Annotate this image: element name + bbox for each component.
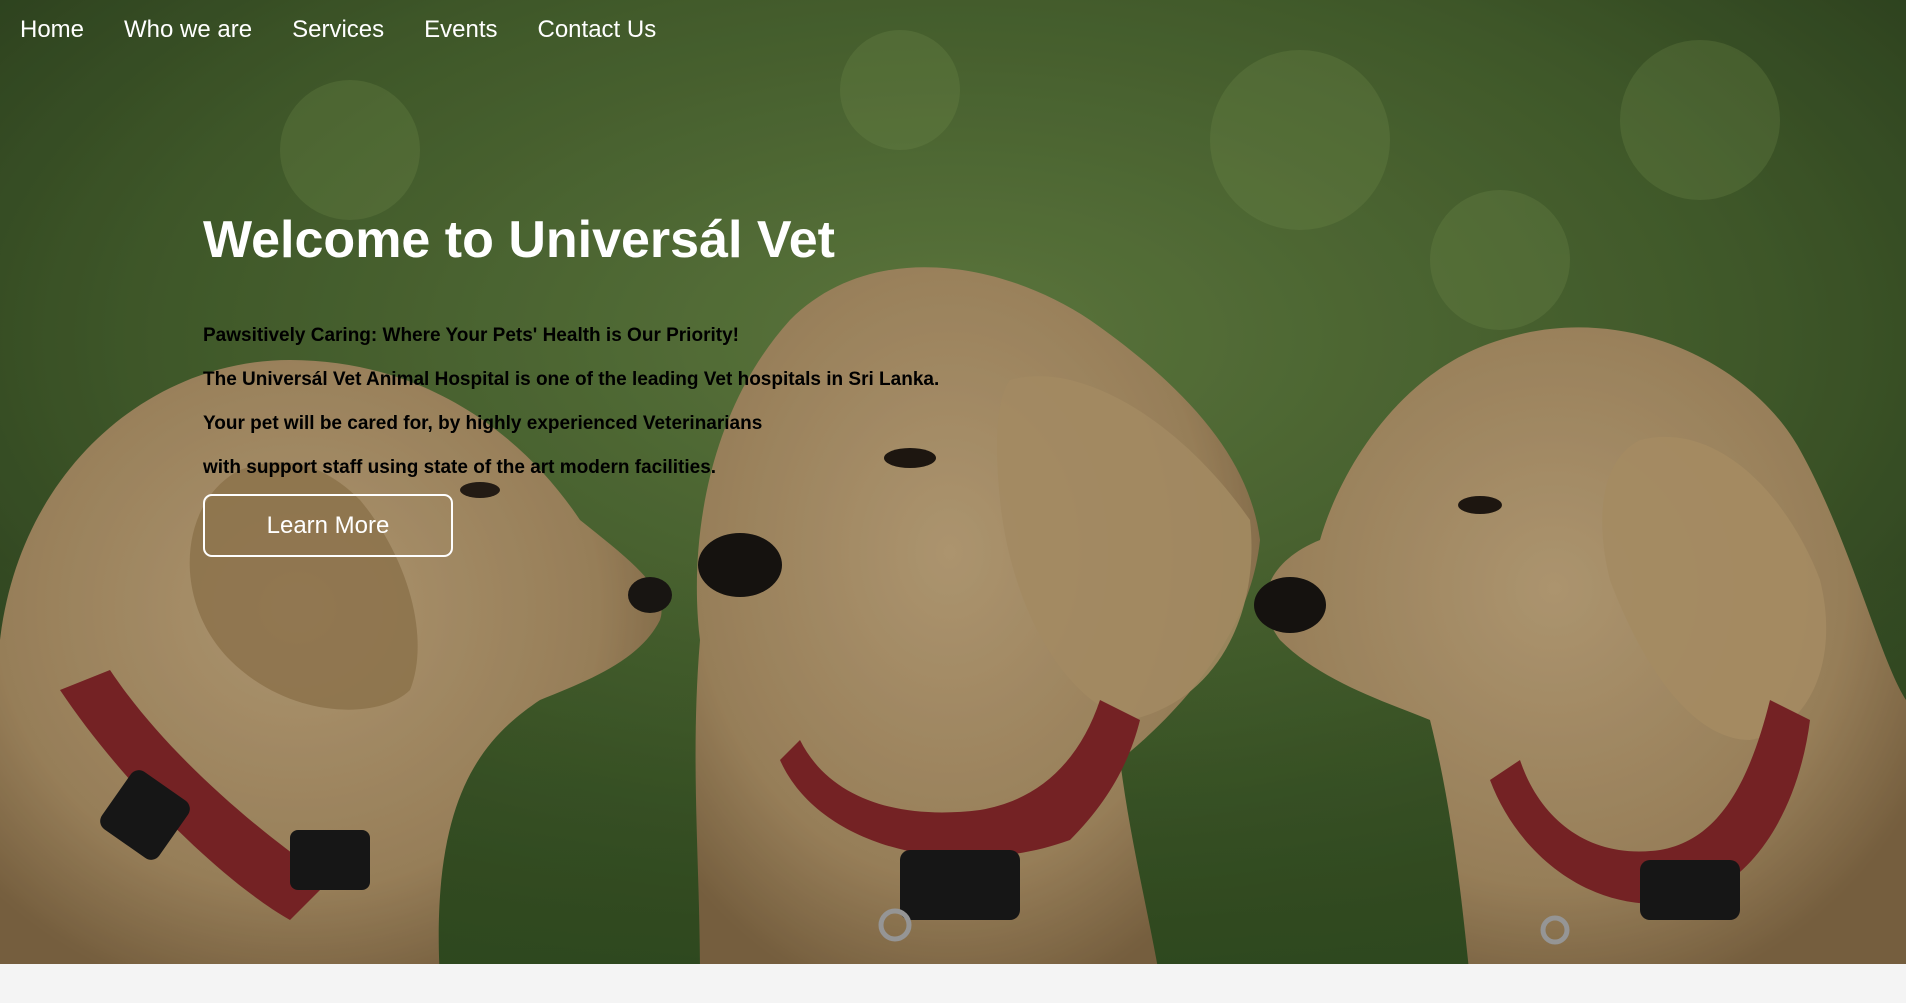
page-below-hero (0, 964, 1906, 1003)
learn-more-button[interactable]: Learn More (203, 494, 453, 557)
hero-content: Welcome to Universál Vet Pawsitively Car… (203, 210, 939, 557)
hero-tagline: Pawsitively Caring: Where Your Pets' Hea… (203, 325, 739, 346)
nav-item-who-we-are[interactable]: Who we are (124, 16, 252, 44)
hero-description-line: The Universál Vet Animal Hospital is one… (203, 369, 940, 390)
nav-item-services[interactable]: Services (292, 16, 384, 44)
hero-description-line: with support staff using state of the ar… (203, 457, 717, 478)
nav-item-home[interactable]: Home (20, 16, 84, 44)
hero-section: Home Who we are Services Events Contact … (0, 0, 1906, 964)
hero-description-line: Your pet will be cared for, by highly ex… (203, 413, 763, 434)
nav-item-events[interactable]: Events (424, 16, 497, 44)
hero-title: Welcome to Universál Vet (203, 211, 835, 269)
top-nav: Home Who we are Services Events Contact … (0, 0, 696, 60)
nav-item-contact-us[interactable]: Contact Us (538, 16, 657, 44)
